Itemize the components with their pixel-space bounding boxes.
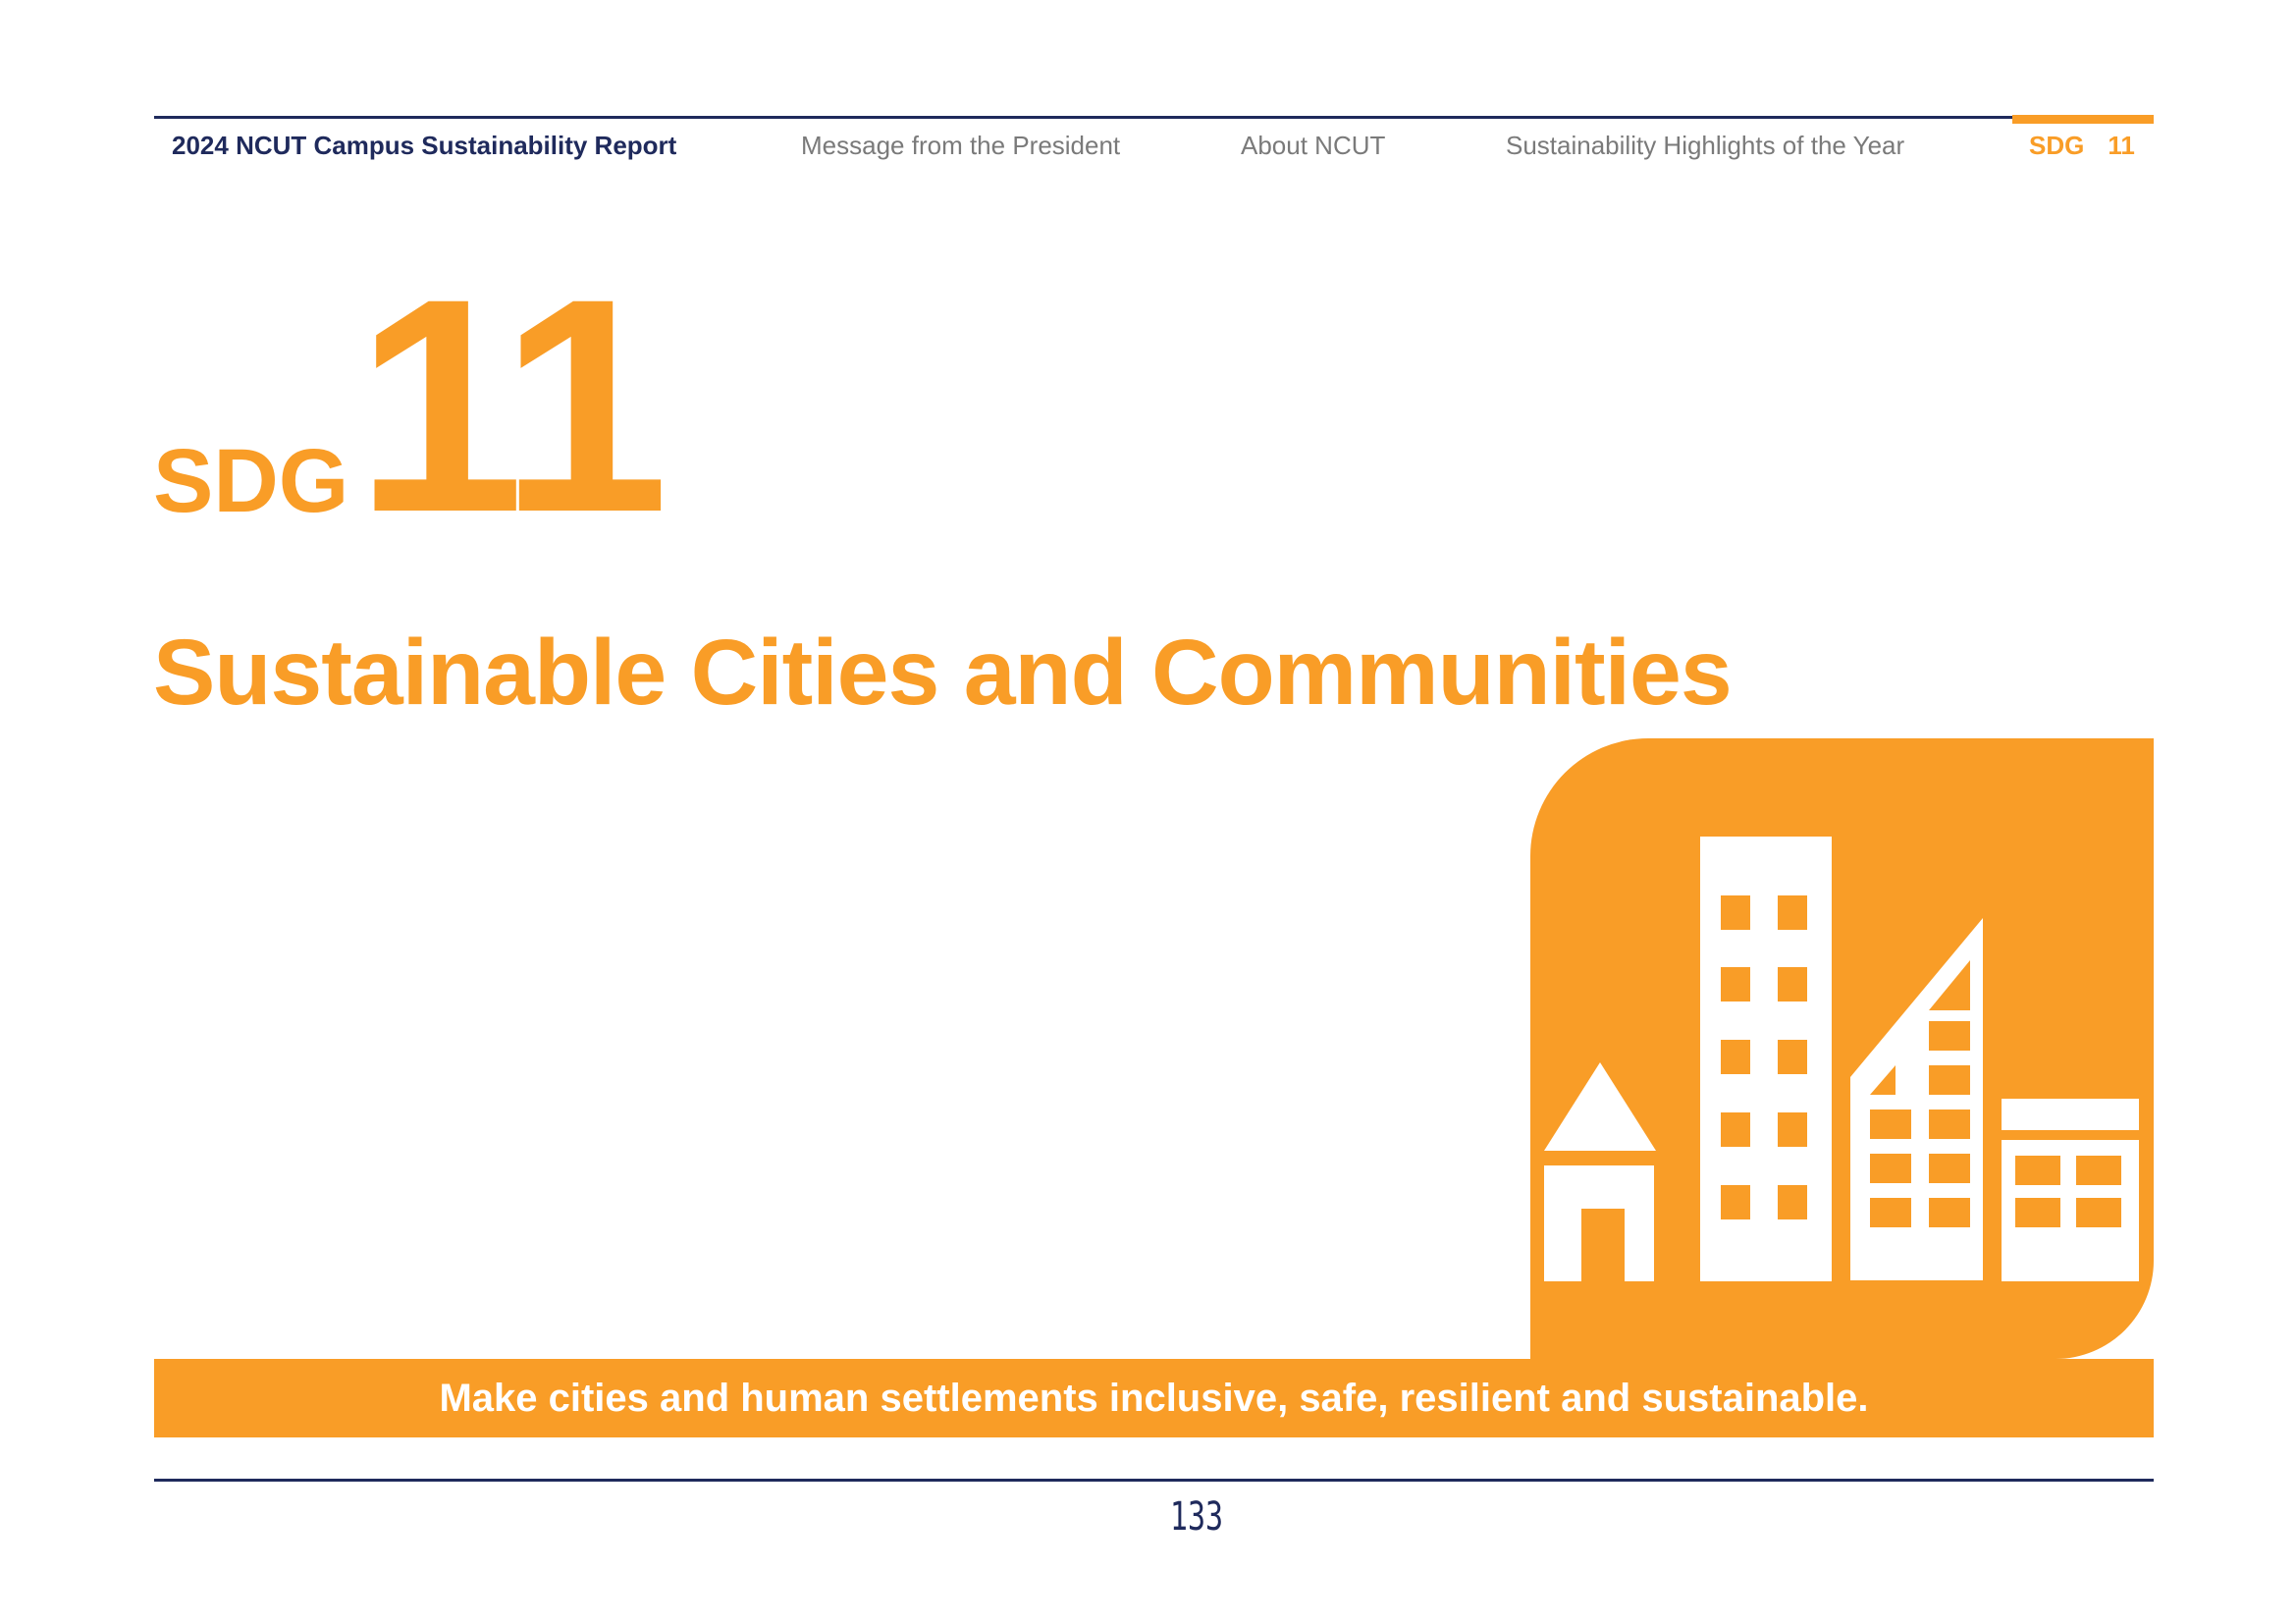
city-buildings-icon: [1544, 837, 2139, 1281]
page-number: 133: [1169, 1494, 1224, 1540]
goal-description: Make cities and human settlements inclus…: [439, 1377, 1869, 1420]
nav-about-ncut[interactable]: About NCUT: [1241, 128, 1385, 163]
header-accent-bar: [2012, 115, 2154, 124]
header-rule: [154, 116, 2154, 119]
nav-sdg-label: SDG: [2029, 131, 2085, 160]
report-title: 2024 NCUT Campus Sustainability Report: [172, 131, 677, 160]
goal-description-banner: Make cities and human settlements inclus…: [154, 1359, 2154, 1437]
sdg-label: SDG: [153, 431, 349, 531]
sdg-number: 11: [355, 235, 669, 575]
nav-sustainability-highlights[interactable]: Sustainability Highlights of the Year: [1506, 128, 1904, 163]
nav-sdg-number: 11: [2108, 131, 2135, 160]
goal-title: Sustainable Cities and Communities: [153, 621, 1733, 725]
footer-rule: [154, 1479, 2154, 1482]
nav-current-sdg[interactable]: SDG 11: [2029, 128, 2135, 163]
nav-message-from-president[interactable]: Message from the President: [801, 128, 1120, 163]
